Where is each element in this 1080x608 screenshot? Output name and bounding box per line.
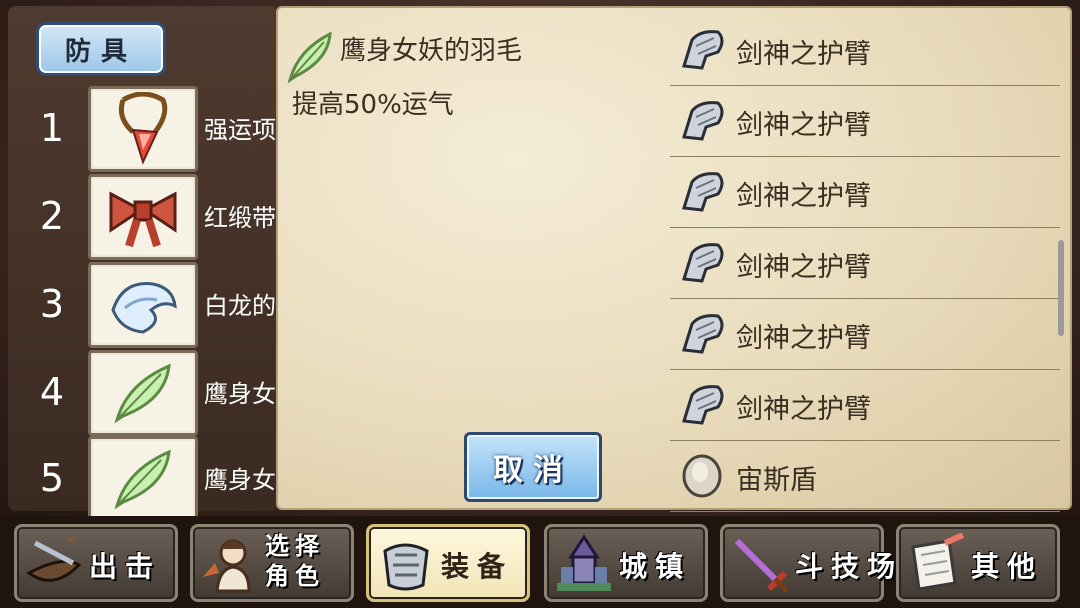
list-item-name: 宙斯盾 <box>736 465 817 496</box>
list-item[interactable]: 剑神之护臂 <box>670 369 1060 441</box>
slot-item-name: 强运项 <box>204 116 276 144</box>
slot-item-name: 鹰身女 <box>204 380 276 408</box>
feather-icon <box>114 449 171 510</box>
gauntlet-icon <box>682 314 724 354</box>
menu-label: 其他 <box>971 550 1044 583</box>
slot-number: 2 <box>39 194 65 238</box>
list-item[interactable]: 剑神之护臂 <box>670 85 1060 157</box>
equip-slot-5[interactable]: 5 鹰身女 <box>8 436 283 522</box>
equip-slot-2[interactable]: 2 红缎带 <box>8 174 283 260</box>
dragon-scale-icon <box>111 282 177 334</box>
inventory-list: 剑神之护臂 剑神之护臂 剑神之护臂 剑神之护臂 剑神之护臂 剑神之护臂 宙斯盾 <box>670 8 1060 512</box>
item-title: 鹰身女妖的羽毛 <box>340 36 523 66</box>
slot-icon-box <box>88 350 198 436</box>
item-description: 提高50%运气 <box>292 90 454 120</box>
item-detail-panel: 鹰身女妖的羽毛 提高50%运气 取消 剑神之护臂 剑神之护臂 剑神之护臂 剑神之… <box>276 6 1072 512</box>
shield-icon <box>682 454 722 498</box>
menu-arena-button[interactable]: 斗技场 <box>720 524 895 602</box>
inventory-scrollbar[interactable] <box>1058 240 1064 336</box>
menu-town-button[interactable]: 城镇 <box>544 524 708 602</box>
slot-icon-box <box>88 174 198 260</box>
gauntlet-icon <box>682 243 724 283</box>
menu-label: 城镇 <box>619 550 692 583</box>
slot-item-name: 红缎带 <box>204 204 276 232</box>
gauntlet-icon <box>682 101 724 141</box>
menu-character-select-button[interactable]: 选择角色 <box>190 524 354 602</box>
list-item-name: 剑神之护臂 <box>736 181 871 212</box>
ribbon-icon <box>109 191 177 248</box>
list-item[interactable]: 剑神之护臂 <box>670 156 1060 228</box>
menu-label: 装备 <box>441 550 514 583</box>
equipped-slots-panel: 防具 1 强运项 2 红缎带 3 白龙的 4 鹰身女 5 鹰身女 <box>8 6 278 522</box>
feather-icon <box>114 363 171 424</box>
list-item-name: 剑神之护臂 <box>736 110 871 141</box>
gauntlet-icon <box>682 385 724 425</box>
bottom-menu: 出击 选择角色 装备 城镇 斗技场 其他 <box>0 516 1080 608</box>
sortie-icon <box>26 535 82 582</box>
slot-icon-box <box>88 436 198 522</box>
slot-item-name: 白龙的 <box>204 292 276 320</box>
menu-equipment-button[interactable]: 装备 <box>366 524 530 602</box>
armor-icon <box>383 543 429 591</box>
arena-sword-icon <box>734 538 789 593</box>
category-tab-armor[interactable]: 防具 <box>36 22 166 76</box>
menu-label: 选择角色 <box>265 532 325 590</box>
cancel-button[interactable]: 取消 <box>464 432 602 502</box>
list-item-name: 剑神之护臂 <box>736 39 871 70</box>
list-item[interactable]: 剑神之护臂 <box>670 298 1060 370</box>
equip-slot-4[interactable]: 4 鹰身女 <box>8 350 283 436</box>
menu-label: 出击 <box>89 550 162 583</box>
menu-sortie-button[interactable]: 出击 <box>14 524 178 602</box>
slot-icon-box <box>88 86 198 172</box>
slot-number: 4 <box>39 370 65 414</box>
slot-item-name: 鹰身女 <box>204 466 276 494</box>
equip-slot-1[interactable]: 1 强运项 <box>8 86 283 172</box>
slot-number: 1 <box>39 106 65 150</box>
gauntlet-icon <box>682 172 724 212</box>
necklace-icon <box>118 92 168 165</box>
town-icon <box>557 534 611 591</box>
list-item-name: 剑神之护臂 <box>736 394 871 425</box>
gauntlet-icon <box>682 30 724 70</box>
list-item[interactable]: 剑神之护臂 <box>670 227 1060 299</box>
menu-label: 斗技场 <box>795 550 904 583</box>
list-item-name: 剑神之护臂 <box>736 323 871 354</box>
slot-number: 5 <box>39 456 65 500</box>
list-item-name: 剑神之护臂 <box>736 252 871 283</box>
menu-other-button[interactable]: 其他 <box>896 524 1060 602</box>
slot-number: 3 <box>39 282 65 326</box>
scroll-icon <box>911 533 965 591</box>
feather-icon <box>287 31 332 84</box>
character-select-icon <box>203 539 251 593</box>
equip-slot-3[interactable]: 3 白龙的 <box>8 262 283 348</box>
list-item[interactable]: 剑神之护臂 <box>670 14 1060 86</box>
slot-icon-box <box>88 262 198 348</box>
list-item[interactable]: 宙斯盾 <box>670 440 1060 512</box>
